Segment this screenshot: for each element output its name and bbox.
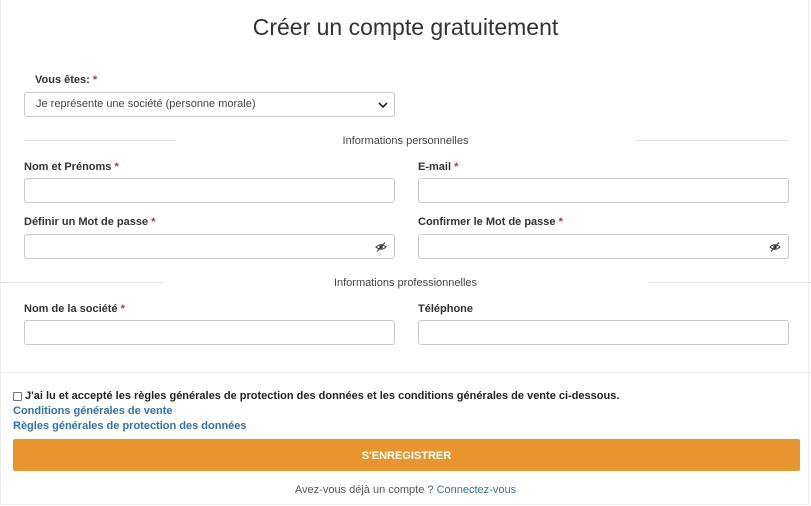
confirm-password-input[interactable] (418, 234, 789, 259)
cgv-link[interactable]: Conditions générales de vente (13, 405, 173, 417)
page-title: Créer un compte gratuitement (252, 14, 559, 40)
phone-label: Téléphone (418, 303, 474, 315)
consent-checkbox[interactable] (13, 392, 22, 401)
section-personal-title: Informations personnelles (342, 135, 469, 147)
password-input[interactable] (24, 234, 395, 259)
account-type-selected: Je représente une société (personne mora… (36, 98, 256, 110)
register-button[interactable]: S'ENREGISTRER (13, 439, 800, 471)
email-input[interactable] (418, 178, 789, 203)
form-divider (0, 372, 811, 373)
rgpd-link[interactable]: Règles générales de protection des donné… (13, 420, 247, 432)
company-input[interactable] (24, 320, 395, 345)
account-type-label: Vous êtes: * (35, 74, 98, 86)
password-label: Définir un Mot de passe * (24, 216, 156, 228)
eye-slash-icon[interactable] (375, 240, 387, 252)
section-professional-info: Informations professionnelles (0, 277, 811, 291)
company-label: Nom de la société * (24, 303, 125, 315)
email-label: E-mail * (418, 161, 459, 173)
confirm-password-label: Confirmer le Mot de passe * (418, 216, 563, 228)
account-type-select[interactable]: Je représente une société (personne mora… (24, 92, 395, 117)
eye-slash-icon[interactable] (769, 240, 781, 252)
consent-text: J'ai lu et accepté les règles générales … (25, 390, 620, 402)
section-personal-info: Informations personnelles (0, 135, 811, 149)
login-prompt: Avez-vous déjà un compte ? Connectez-vou… (0, 484, 811, 496)
name-input[interactable] (24, 178, 395, 203)
login-link[interactable]: Connectez-vous (437, 484, 517, 496)
chevron-down-icon (378, 94, 388, 124)
login-prompt-text: Avez-vous déjà un compte ? (294, 484, 434, 496)
phone-input[interactable] (418, 320, 789, 345)
name-label: Nom et Prénoms * (24, 161, 119, 173)
section-professional-title: Informations professionnelles (333, 277, 478, 289)
